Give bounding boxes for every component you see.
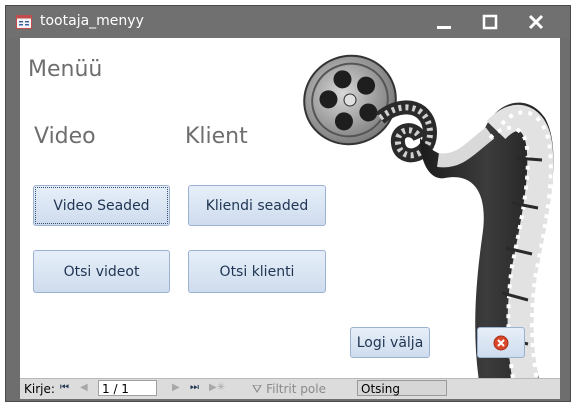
client-settings-button[interactable]: Kliendi seaded xyxy=(188,185,326,226)
window-title: tootaja_menyy xyxy=(40,13,144,29)
record-navigation-bar: Kirje: ⏮ ◀ 1 / 1 ▶ ⏭ ▶✳ ⛛ Filtrit pole O… xyxy=(20,378,560,399)
access-form-window: tootaja_menyy Menüü Video Klient Video S… xyxy=(6,6,570,401)
prev-record-icon[interactable]: ◀ xyxy=(80,382,88,393)
minimize-icon xyxy=(437,26,451,29)
form-title: Menüü xyxy=(28,57,103,82)
form-icon xyxy=(16,15,32,29)
search-videos-button[interactable]: Otsi videot xyxy=(33,250,170,293)
next-record-icon[interactable]: ▶ xyxy=(172,382,180,393)
close-icon xyxy=(528,14,544,30)
record-label: Kirje: xyxy=(24,382,55,396)
first-record-icon[interactable]: ⏮ xyxy=(60,382,69,393)
video-heading: Video xyxy=(34,124,96,149)
filter-icon: ⛛ xyxy=(252,381,263,396)
video-settings-button[interactable]: Video Seaded xyxy=(33,185,170,226)
filter-label: Filtrit pole xyxy=(266,382,326,396)
maximize-button[interactable] xyxy=(472,10,508,34)
close-circle-icon xyxy=(493,335,509,350)
minimize-button[interactable] xyxy=(426,10,462,34)
search-input[interactable]: Otsing xyxy=(357,380,447,396)
title-bar: tootaja_menyy xyxy=(6,6,570,38)
new-record-icon[interactable]: ▶✳ xyxy=(209,382,225,393)
close-window-button[interactable] xyxy=(518,10,554,34)
search-clients-button[interactable]: Otsi klienti xyxy=(188,250,326,293)
klient-heading: Klient xyxy=(185,124,248,149)
filter-status[interactable]: ⛛ Filtrit pole xyxy=(252,379,326,399)
record-number-input[interactable]: 1 / 1 xyxy=(98,380,157,396)
form-body: Menüü Video Klient Video Seaded Kliendi … xyxy=(20,38,560,378)
logout-button[interactable]: Logi välja xyxy=(350,327,430,358)
last-record-icon[interactable]: ⏭ xyxy=(190,382,199,393)
maximize-icon xyxy=(482,14,498,30)
close-form-button[interactable] xyxy=(477,327,525,358)
